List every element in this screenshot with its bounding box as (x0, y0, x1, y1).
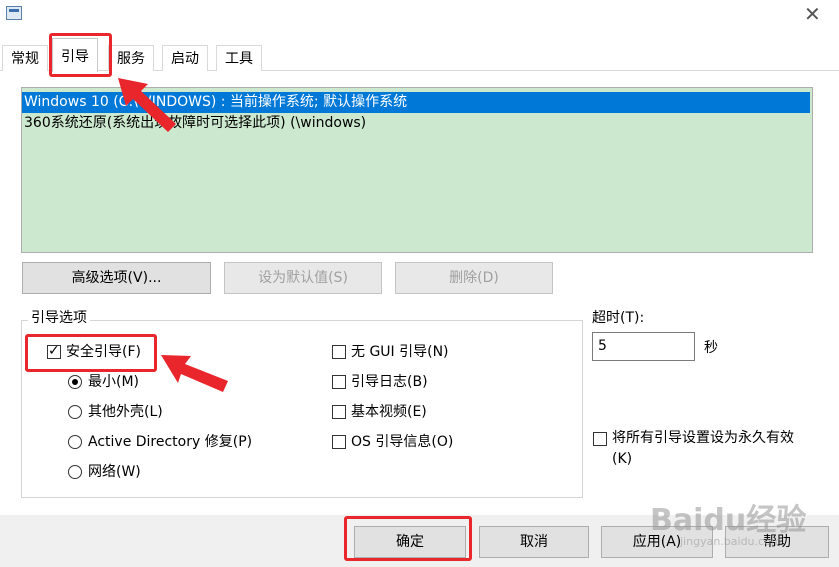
baidu-watermark: Baidu经验 jingyan.baidu.com (650, 503, 807, 548)
annotation-arrows (118, 78, 228, 392)
tab-boot[interactable]: 引导 (52, 38, 98, 72)
arrow-to-boot-tab-icon (118, 78, 176, 132)
arrow-to-safe-boot-icon (161, 355, 228, 392)
